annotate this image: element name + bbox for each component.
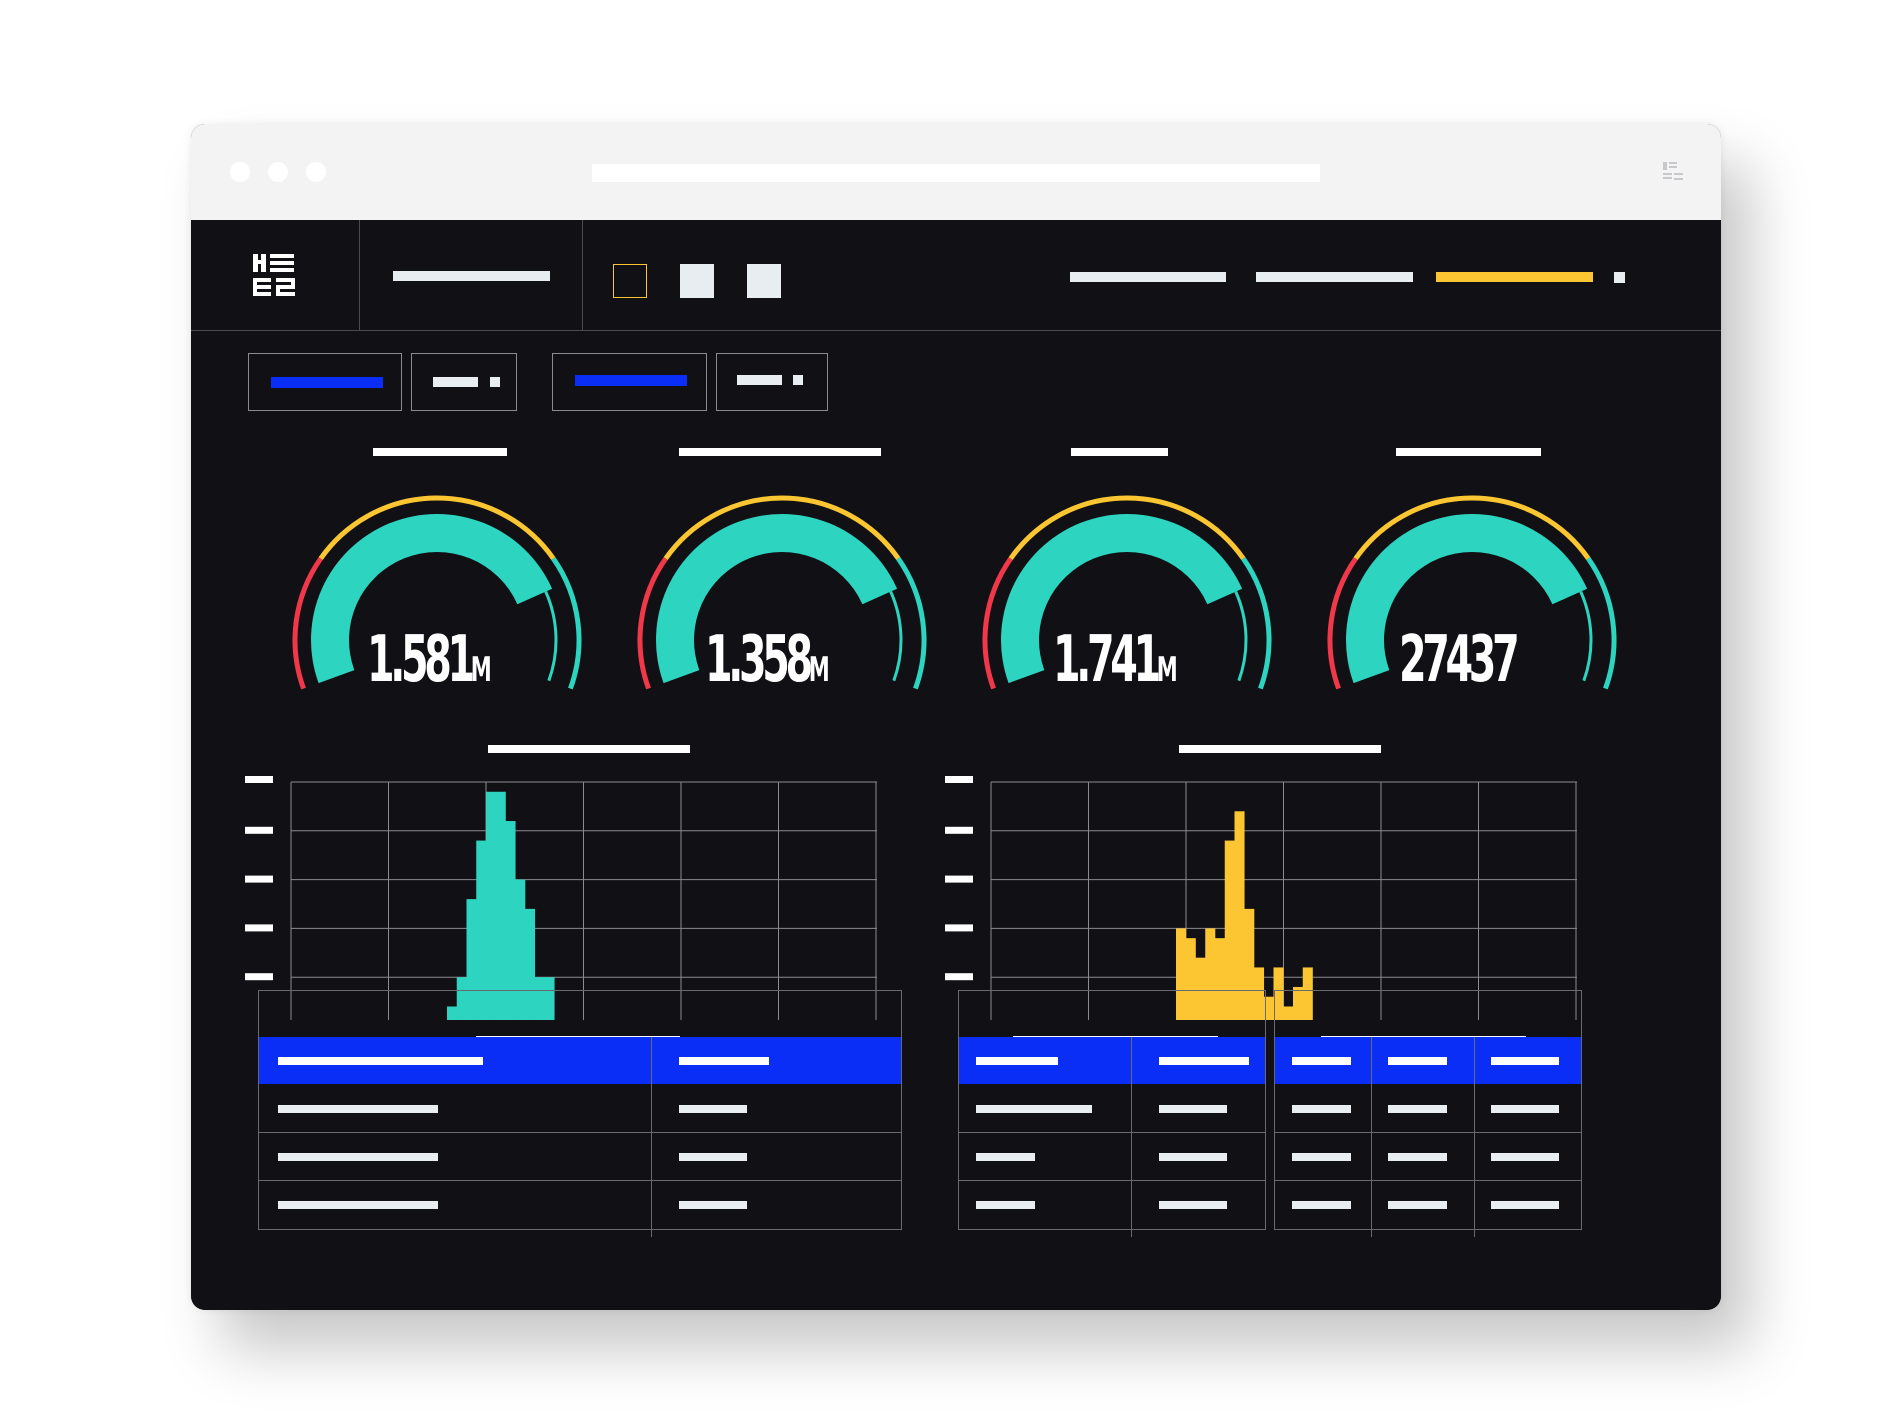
filter-dropdown-button[interactable] bbox=[411, 353, 517, 411]
gauge-track bbox=[544, 590, 558, 682]
histogram-chart bbox=[945, 776, 1577, 1020]
table-row-divider bbox=[959, 1132, 1265, 1133]
table-cell bbox=[1388, 1105, 1447, 1113]
nav-link-active[interactable] bbox=[1436, 272, 1593, 282]
column-header[interactable] bbox=[1292, 1057, 1351, 1065]
gauge-zone-teal bbox=[551, 557, 582, 690]
y-axis-tick-label bbox=[245, 826, 273, 834]
gauge-zone-teal bbox=[1586, 557, 1617, 690]
nav-link[interactable] bbox=[1070, 272, 1226, 282]
gauge-track bbox=[1234, 590, 1248, 682]
view-toggle-filled-icon[interactable] bbox=[680, 264, 714, 298]
gauge-value: 1.581M bbox=[367, 623, 492, 697]
column-header[interactable] bbox=[679, 1057, 769, 1065]
y-axis-tick-label bbox=[945, 875, 973, 883]
column-header[interactable] bbox=[1491, 1057, 1559, 1065]
gauge-title bbox=[1071, 448, 1168, 456]
filter-button-primary[interactable] bbox=[248, 353, 402, 411]
gauge-value: 1.741M bbox=[1053, 623, 1178, 697]
histogram-bar bbox=[1234, 811, 1245, 1020]
table-cell bbox=[1491, 1201, 1559, 1209]
y-axis-tick-label bbox=[245, 776, 273, 783]
table-row[interactable] bbox=[976, 1201, 1035, 1209]
table-row[interactable] bbox=[278, 1105, 438, 1113]
table-cell bbox=[679, 1201, 747, 1209]
dashboard-app: 1.581M 1.358M 1.741M 27437 bbox=[191, 220, 1721, 1310]
y-axis-tick-label bbox=[945, 826, 973, 834]
table-column-divider bbox=[1371, 1037, 1372, 1237]
gauge-track bbox=[889, 590, 903, 682]
table-row[interactable] bbox=[1292, 1153, 1351, 1161]
table-row-divider bbox=[259, 1132, 901, 1133]
app-title bbox=[393, 271, 550, 281]
table-column-divider bbox=[1131, 1037, 1132, 1237]
table-row[interactable] bbox=[278, 1201, 438, 1209]
chart-title bbox=[488, 745, 690, 753]
table-row-divider bbox=[259, 1180, 901, 1181]
header-divider bbox=[582, 220, 583, 330]
table-row[interactable] bbox=[1292, 1201, 1351, 1209]
window-minimize-dot[interactable] bbox=[268, 162, 288, 182]
chevron-down-icon bbox=[793, 375, 803, 385]
header-divider bbox=[359, 220, 360, 330]
y-axis-tick-label bbox=[945, 973, 973, 981]
view-toggle-filled-icon[interactable] bbox=[747, 264, 781, 298]
table-cell bbox=[1491, 1105, 1559, 1113]
table-cell bbox=[679, 1105, 747, 1113]
header-bottom-border bbox=[191, 330, 1721, 331]
y-axis-tick-label bbox=[245, 875, 273, 883]
table-cell bbox=[1159, 1201, 1227, 1209]
table-row[interactable] bbox=[1292, 1105, 1351, 1113]
gauge-value: 27437 bbox=[1399, 623, 1520, 697]
filter-dropdown-button[interactable] bbox=[716, 353, 828, 411]
table-row[interactable] bbox=[278, 1153, 438, 1161]
y-axis-tick-label bbox=[245, 973, 273, 981]
table-column-divider bbox=[651, 1037, 652, 1237]
nav-more-icon[interactable] bbox=[1614, 272, 1625, 283]
y-axis-tick-label bbox=[945, 924, 973, 932]
gauge-value: 1.358M bbox=[705, 623, 830, 697]
table-cell bbox=[679, 1153, 747, 1161]
dashboard-logo-icon[interactable] bbox=[253, 254, 297, 300]
window-maximize-dot[interactable] bbox=[306, 162, 326, 182]
gauge-title bbox=[679, 448, 881, 456]
histogram-bar bbox=[486, 791, 497, 1020]
chevron-down-icon bbox=[490, 377, 500, 387]
chart-title bbox=[1179, 745, 1381, 753]
table-cell bbox=[1388, 1201, 1447, 1209]
histogram-chart bbox=[245, 776, 877, 1020]
table-cell bbox=[1159, 1153, 1227, 1161]
table-row-divider bbox=[1275, 1132, 1581, 1133]
browser-window: 1.581M 1.358M 1.741M 27437 bbox=[191, 124, 1721, 1310]
histogram-bar bbox=[495, 791, 506, 1020]
brand-mark-icon bbox=[1663, 162, 1683, 180]
table-row-divider bbox=[959, 1180, 1265, 1181]
table-cell bbox=[1388, 1153, 1447, 1161]
column-header[interactable] bbox=[976, 1057, 1058, 1065]
y-axis-tick-label bbox=[945, 776, 973, 783]
table-row-divider bbox=[1275, 1180, 1581, 1181]
filter-button-primary[interactable] bbox=[552, 353, 707, 411]
table-cell bbox=[1159, 1105, 1227, 1113]
address-bar[interactable] bbox=[592, 164, 1320, 182]
gauge-zone-teal bbox=[896, 557, 927, 690]
table-row[interactable] bbox=[976, 1105, 1092, 1113]
y-axis-tick-label bbox=[245, 924, 273, 932]
gauge-track bbox=[1579, 590, 1593, 682]
column-header[interactable] bbox=[1159, 1057, 1249, 1065]
gauge-zone-teal bbox=[1241, 557, 1272, 690]
gauge-title bbox=[373, 448, 507, 456]
table-cell bbox=[1491, 1153, 1559, 1161]
window-close-dot[interactable] bbox=[230, 162, 250, 182]
table-row[interactable] bbox=[976, 1153, 1035, 1161]
table-column-divider bbox=[1474, 1037, 1475, 1237]
browser-chrome bbox=[191, 124, 1721, 220]
nav-link[interactable] bbox=[1256, 272, 1413, 282]
column-header[interactable] bbox=[278, 1057, 483, 1065]
view-toggle-outline-icon[interactable] bbox=[613, 264, 647, 298]
column-header[interactable] bbox=[1388, 1057, 1447, 1065]
gauge-title bbox=[1396, 448, 1541, 456]
